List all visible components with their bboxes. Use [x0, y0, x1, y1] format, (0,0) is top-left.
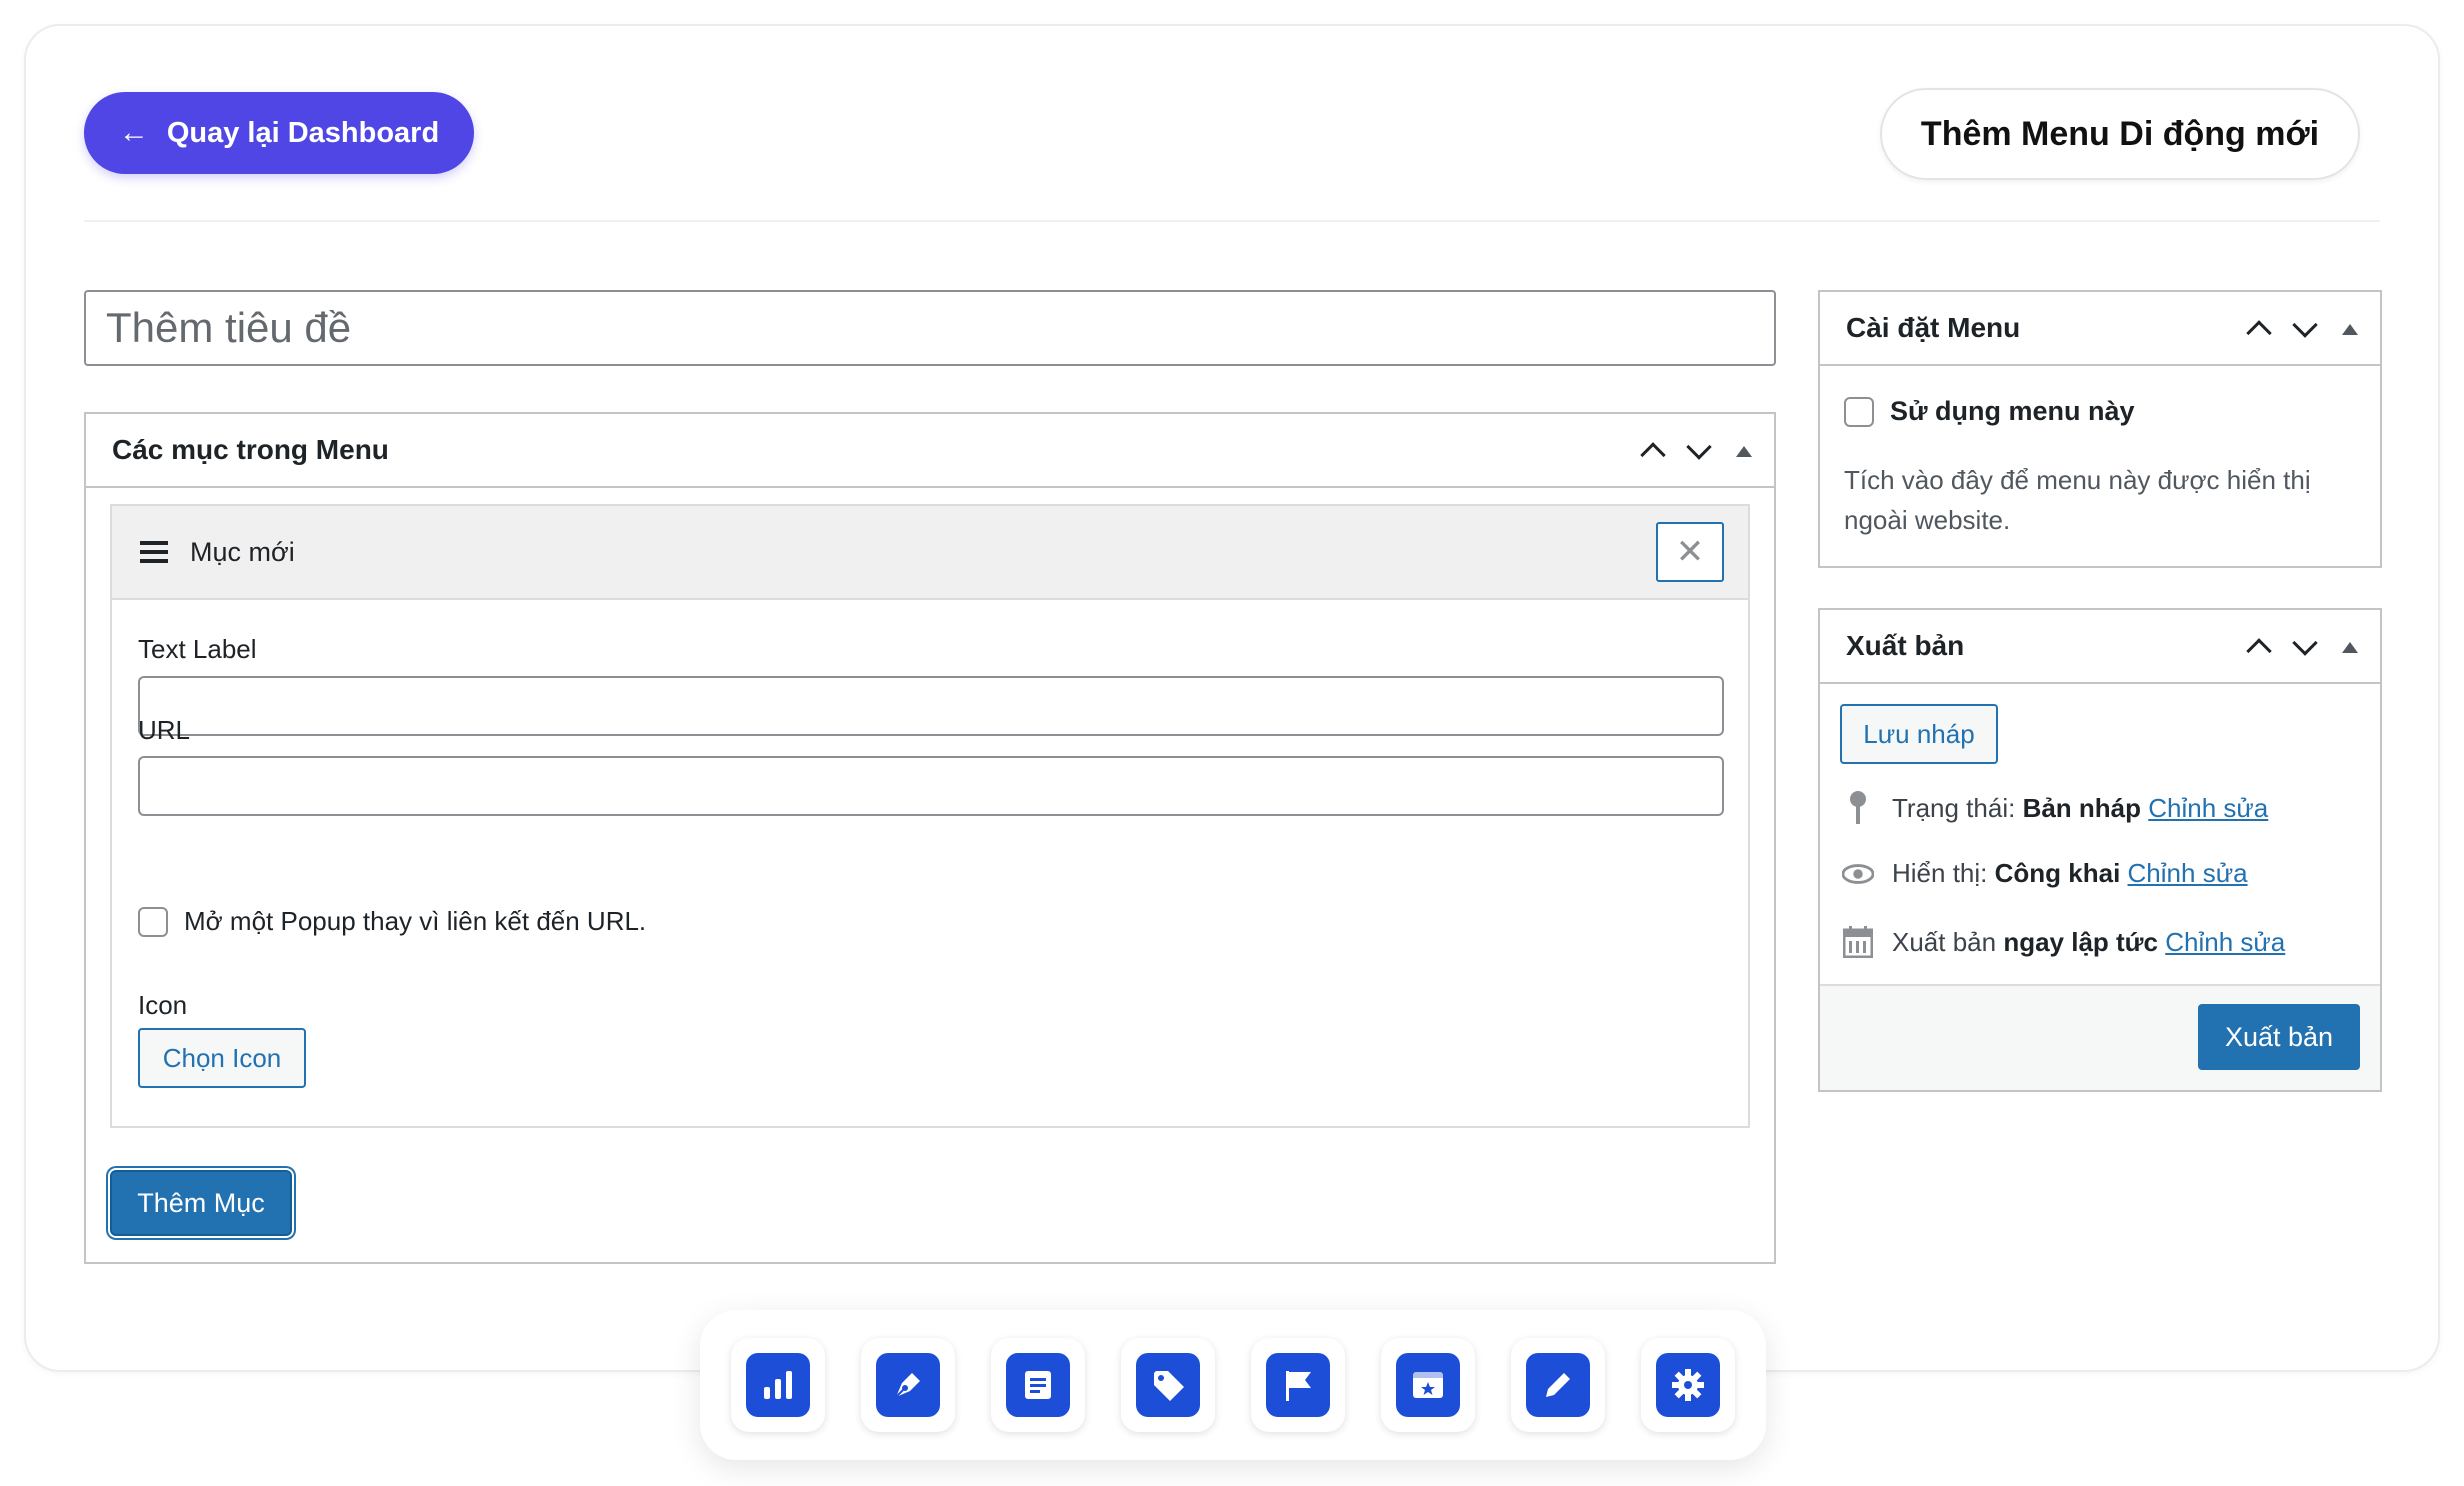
- use-menu-row[interactable]: Sử dụng menu này: [1844, 396, 2135, 427]
- arrow-left-icon: ←: [118, 116, 149, 149]
- icon-label: Icon: [138, 990, 188, 1020]
- popup-checkbox[interactable]: [138, 906, 168, 937]
- dock-item-edit[interactable]: [1511, 1338, 1605, 1432]
- visibility-row: Hiển thị: Công khai Chỉnh sửa: [1842, 858, 2248, 889]
- title-input[interactable]: [84, 290, 1776, 366]
- box-handle-actions: [2246, 610, 2358, 684]
- edit-visibility-link[interactable]: Chỉnh sửa: [2128, 858, 2248, 888]
- drag-handle-icon[interactable]: [140, 541, 168, 563]
- menu-item-name: Mục mới: [190, 536, 295, 567]
- move-down-button[interactable]: [2292, 630, 2318, 660]
- menu-settings-box: Cài đặt Menu Sử dụng menu này Tích vào đ…: [1818, 290, 2382, 568]
- top-bar: ← Quay lại Dashboard Thêm Menu Di động m…: [84, 88, 2380, 222]
- status-row: Trạng thái: Bản nháp Chỉnh sửa: [1842, 790, 2268, 826]
- caret-up-icon: [2342, 323, 2358, 335]
- pen-nib-icon: [876, 1353, 940, 1417]
- back-to-dashboard-button[interactable]: ← Quay lại Dashboard: [84, 92, 474, 174]
- menu-settings-header: Cài đặt Menu: [1820, 292, 2380, 366]
- menu-items-header: Các mục trong Menu: [86, 414, 1774, 488]
- url-label: URL: [138, 715, 191, 745]
- use-menu-description: Tích vào đây để menu này được hiển thị n…: [1844, 465, 2311, 535]
- schedule-value: ngay lập tức: [2003, 926, 2158, 957]
- chevron-up-icon: [1640, 442, 1666, 468]
- tag-icon: [1136, 1353, 1200, 1417]
- schedule-row: Xuất bản ngay lập tức Chỉnh sửa: [1842, 926, 2285, 958]
- schedule-prefix: Xuất bản: [1892, 926, 1997, 957]
- publish-title: Xuất bản: [1846, 630, 1965, 661]
- status-prefix: Trạng thái:: [1892, 792, 2016, 823]
- browser-star-icon: [1396, 1353, 1460, 1417]
- text-label-label: Text Label: [138, 634, 257, 664]
- pin-icon: [1842, 790, 1874, 826]
- add-item-button[interactable]: Thêm Mục: [110, 1170, 292, 1236]
- dock-item-stats[interactable]: [731, 1338, 825, 1432]
- bottom-dock: [700, 1310, 1766, 1460]
- toggle-panel-button[interactable]: [2342, 641, 2358, 653]
- text-label-input[interactable]: [138, 676, 1724, 736]
- menu-items-title: Các mục trong Menu: [112, 434, 389, 465]
- toggle-panel-button[interactable]: [1736, 445, 1752, 457]
- dock-item-tags[interactable]: [1121, 1338, 1215, 1432]
- caret-up-icon: [1736, 445, 1752, 457]
- menu-items-box: Các mục trong Menu Mục mới ✕ Text Label …: [84, 412, 1776, 1264]
- menu-settings-title: Cài đặt Menu: [1846, 312, 2021, 343]
- publish-footer: Xuất bản: [1820, 984, 2380, 1090]
- back-button-label: Quay lại Dashboard: [166, 116, 440, 149]
- popup-checkbox-label: Mở một Popup thay vì liên kết đến URL.: [184, 906, 647, 936]
- menu-item-card: Mục mới ✕ Text Label URL Mở một Popup th…: [110, 504, 1750, 1128]
- chevron-down-icon: [2292, 312, 2318, 338]
- toggle-panel-button[interactable]: [2342, 323, 2358, 335]
- url-input[interactable]: [138, 756, 1724, 816]
- pencil-icon: [1526, 1353, 1590, 1417]
- eye-icon: [1842, 863, 1874, 885]
- choose-icon-button[interactable]: Chọn Icon: [138, 1028, 306, 1088]
- close-icon: ✕: [1675, 533, 1705, 571]
- remove-item-button[interactable]: ✕: [1656, 522, 1724, 582]
- move-up-button[interactable]: [2246, 634, 2272, 664]
- chevron-down-icon: [2292, 630, 2318, 656]
- publish-button[interactable]: Xuất bản: [2198, 1004, 2360, 1070]
- move-down-button[interactable]: [2292, 312, 2318, 342]
- gear-icon: [1656, 1353, 1720, 1417]
- move-down-button[interactable]: [1686, 434, 1712, 464]
- move-up-button[interactable]: [1640, 438, 1666, 468]
- publish-box: Xuất bản Lưu nháp Trạng thái: Bản nháp C…: [1818, 608, 2382, 1092]
- flag-icon: [1266, 1353, 1330, 1417]
- use-menu-checkbox[interactable]: [1844, 396, 1874, 427]
- save-draft-button[interactable]: Lưu nháp: [1840, 704, 1998, 764]
- popup-checkbox-row[interactable]: Mở một Popup thay vì liên kết đến URL.: [138, 906, 646, 937]
- publish-body: Lưu nháp Trạng thái: Bản nháp Chỉnh sửa …: [1820, 684, 2380, 984]
- dock-item-settings[interactable]: [1641, 1338, 1735, 1432]
- caret-up-icon: [2342, 641, 2358, 653]
- dock-item-pages[interactable]: [1381, 1338, 1475, 1432]
- bar-chart-icon: [746, 1353, 810, 1417]
- use-menu-label: Sử dụng menu này: [1890, 396, 2135, 426]
- dock-item-design[interactable]: [861, 1338, 955, 1432]
- chevron-up-icon: [2246, 638, 2272, 664]
- edit-schedule-link[interactable]: Chỉnh sửa: [2165, 927, 2285, 957]
- move-up-button[interactable]: [2246, 316, 2272, 346]
- add-new-mobile-menu-button[interactable]: Thêm Menu Di động mới: [1880, 88, 2360, 180]
- visibility-value: Công khai: [1994, 858, 2121, 888]
- publish-header: Xuất bản: [1820, 610, 2380, 684]
- calendar-icon: [1842, 926, 1874, 958]
- dock-item-posts[interactable]: [991, 1338, 1085, 1432]
- box-handle-actions: [2246, 292, 2358, 366]
- chevron-down-icon: [1686, 434, 1712, 460]
- dock-item-flag[interactable]: [1251, 1338, 1345, 1432]
- chevron-up-icon: [2246, 320, 2272, 346]
- visibility-prefix: Hiển thị:: [1892, 858, 1988, 888]
- box-handle-actions: [1640, 414, 1752, 488]
- document-icon: [1006, 1353, 1070, 1417]
- menu-item-header[interactable]: Mục mới ✕: [112, 506, 1748, 600]
- status-value: Bản nháp: [2022, 792, 2142, 823]
- edit-status-link[interactable]: Chỉnh sửa: [2148, 793, 2268, 823]
